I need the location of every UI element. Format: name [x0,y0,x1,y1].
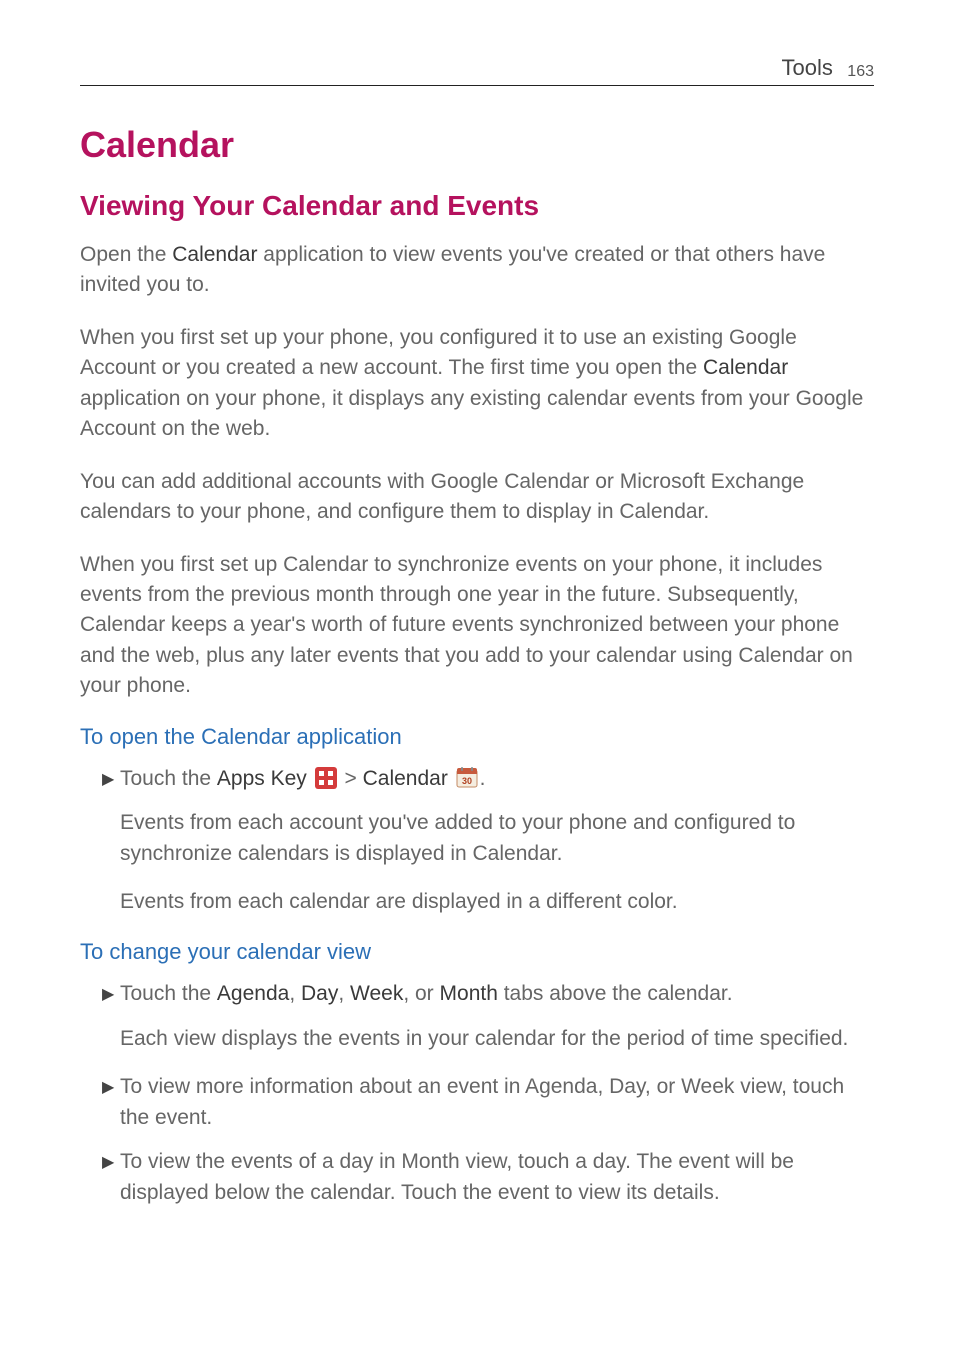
change-indent-1: Each view displays the events in your ca… [120,1024,874,1054]
bullet-marker-icon: ▶ [102,1147,120,1174]
header-page-number: 163 [847,63,874,80]
bullet-marker-icon: ▶ [102,979,120,1006]
svg-text:30: 30 [462,776,472,786]
section-title-viewing: Viewing Your Calendar and Events [80,190,874,222]
bullet-change-1: ▶ Touch the Agenda, Day, Week, or Month … [102,979,874,1009]
bullet-marker-icon: ▶ [102,764,120,791]
calendar-icon: 30 [456,767,478,789]
bullet-change-2: ▶ To view more information about an even… [102,1072,874,1133]
bullet-marker-icon: ▶ [102,1072,120,1099]
bullet-open-1: ▶ Touch the Apps Key > Calendar [80,764,874,918]
heading-change-view: To change your calendar view [80,939,874,965]
page-title: Calendar [80,124,874,166]
header-section-label: Tools [781,55,832,80]
apps-key-icon [315,767,337,789]
open-indent-1: Events from each account you've added to… [120,808,874,869]
open-indent-2: Events from each calendar are displayed … [120,887,874,917]
heading-open-calendar: To open the Calendar application [80,724,874,750]
page-header: Tools 163 [80,55,874,86]
paragraph-2: When you first set up your phone, you co… [80,323,874,445]
bullet-change-3: ▶ To view the events of a day in Month v… [102,1147,874,1208]
paragraph-4: When you first set up Calendar to synchr… [80,550,874,702]
paragraph-3: You can add additional accounts with Goo… [80,467,874,528]
paragraph-1: Open the Calendar application to view ev… [80,240,874,301]
